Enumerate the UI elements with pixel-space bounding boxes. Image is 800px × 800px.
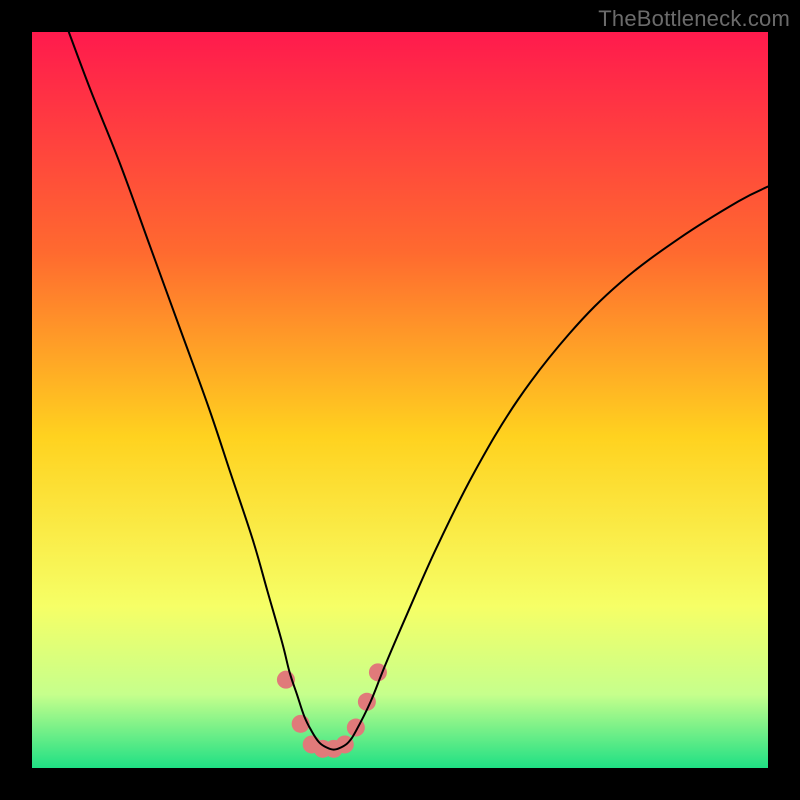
chart-frame: TheBottleneck.com: [0, 0, 800, 800]
chart-svg: [32, 32, 768, 768]
watermark-text: TheBottleneck.com: [598, 6, 790, 32]
plot-area: [32, 32, 768, 768]
gradient-background: [32, 32, 768, 768]
